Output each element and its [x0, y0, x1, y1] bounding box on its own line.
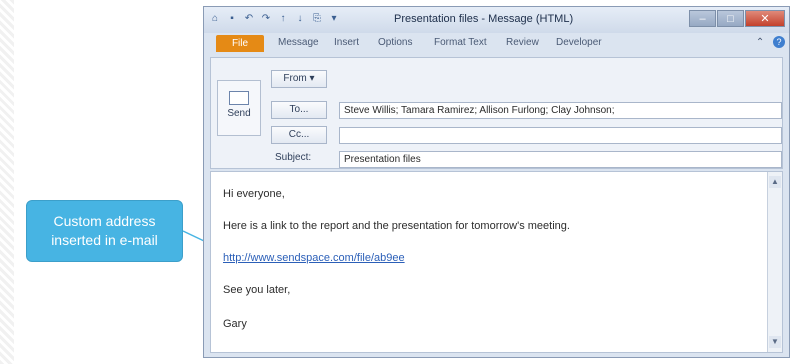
callout-line-2: inserted in e-mail	[51, 232, 158, 248]
close-button[interactable]: ✕	[745, 10, 785, 27]
greeting-line: Hi everyone,	[223, 188, 285, 200]
subject-label: Subject:	[275, 152, 312, 163]
attach-icon[interactable]: ⎘	[310, 12, 324, 26]
signature-line: Gary	[223, 318, 247, 330]
maximize-button[interactable]: □	[717, 10, 744, 27]
tab-file[interactable]: File	[216, 35, 264, 52]
up-arrow-icon[interactable]: ↑	[276, 12, 290, 26]
body-line-1: Here is a link to the report and the pre…	[223, 220, 570, 232]
callout-line-1: Custom address	[53, 213, 156, 229]
tab-review[interactable]: Review	[506, 37, 539, 48]
left-edge-pattern	[0, 0, 14, 364]
envelope-icon	[229, 91, 249, 105]
subject-field[interactable]: Presentation files	[339, 151, 782, 168]
window-title: Presentation files - Message (HTML)	[394, 13, 574, 25]
outlook-icon[interactable]: ⌂	[208, 12, 222, 26]
minimize-button[interactable]: –	[689, 10, 716, 27]
tab-format-text[interactable]: Format Text	[434, 37, 487, 48]
save-icon[interactable]: ▪	[225, 12, 239, 26]
callout-label: Custom address inserted in e-mail	[26, 200, 183, 262]
closing-line: See you later,	[223, 284, 291, 296]
quick-access-toolbar: ⌂ ▪ ↶ ↷ ↑ ↓ ⎘ ▾	[208, 12, 341, 26]
down-arrow-icon[interactable]: ↓	[293, 12, 307, 26]
scroll-up-icon[interactable]: ▲	[769, 176, 781, 188]
custom-address-link[interactable]: http://www.sendspace.com/file/ab9ee	[223, 252, 405, 264]
window-controls: – □ ✕	[689, 10, 785, 27]
cc-field[interactable]	[339, 127, 782, 144]
outlook-message-window: ⌂ ▪ ↶ ↷ ↑ ↓ ⎘ ▾ Presentation files - Mes…	[203, 6, 790, 358]
to-field[interactable]: Steve Willis; Tamara Ramirez; Allison Fu…	[339, 102, 782, 119]
message-body[interactable]: Hi everyone, Here is a link to the repor…	[210, 171, 783, 353]
undo-icon[interactable]: ↶	[242, 12, 256, 26]
to-button[interactable]: To...	[271, 101, 327, 119]
scroll-down-icon[interactable]: ▼	[769, 336, 781, 348]
send-button[interactable]: Send	[217, 80, 261, 136]
tab-insert[interactable]: Insert	[334, 37, 359, 48]
from-button[interactable]: From ▾	[271, 70, 327, 88]
vertical-scrollbar[interactable]: ▲ ▼	[767, 172, 782, 352]
cc-button[interactable]: Cc...	[271, 126, 327, 144]
ribbon-right-controls: ⌃ ?	[756, 36, 785, 48]
ribbon-tabs: File Message Insert Options Format Text …	[204, 33, 789, 53]
help-icon[interactable]: ?	[773, 36, 785, 48]
send-label: Send	[227, 108, 251, 119]
redo-icon[interactable]: ↷	[259, 12, 273, 26]
title-bar: ⌂ ▪ ↶ ↷ ↑ ↓ ⎘ ▾ Presentation files - Mes…	[204, 7, 789, 33]
compose-header: Send From ▾ To... Steve Willis; Tamara R…	[210, 57, 783, 169]
customize-icon[interactable]: ▾	[327, 12, 341, 26]
tab-options[interactable]: Options	[378, 37, 412, 48]
tab-developer[interactable]: Developer	[556, 37, 602, 48]
tab-message[interactable]: Message	[278, 37, 319, 48]
collapse-ribbon-icon[interactable]: ⌃	[756, 37, 764, 48]
